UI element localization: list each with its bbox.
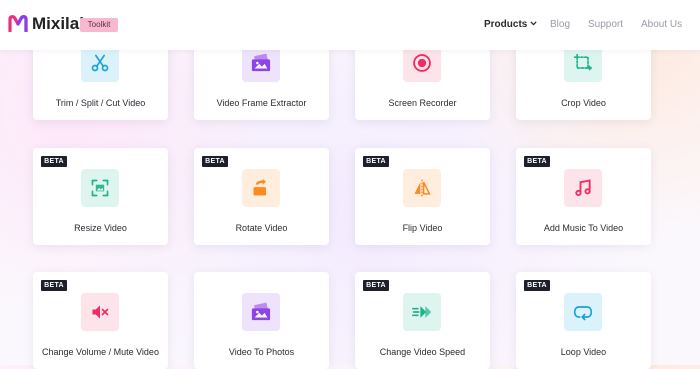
tool-card-label: Crop Video <box>561 98 606 108</box>
icon-box <box>81 169 119 207</box>
icon-box <box>403 169 441 207</box>
photo-frame-icon <box>251 53 271 72</box>
tool-card-label: Trim / Split / Cut Video <box>55 98 146 108</box>
beta-badge: BETA <box>363 156 389 167</box>
crop-icon <box>573 53 593 71</box>
tool-card-loop[interactable]: BETA Loop Video <box>516 272 651 369</box>
beta-badge: BETA <box>41 280 67 291</box>
icon-box <box>403 293 441 331</box>
nav-blog[interactable]: Blog <box>550 18 570 32</box>
record-icon <box>413 54 431 72</box>
tool-card-label: Change Volume / Mute Video <box>42 347 159 357</box>
icon-box <box>81 293 119 331</box>
icon-box <box>242 169 280 207</box>
icon-box <box>242 293 280 331</box>
tools-grid: Trim / Split / Cut Video Video Frame Ext… <box>0 0 700 369</box>
nav-products-label: Products <box>484 19 528 30</box>
toolkit-badge: Toolkit <box>80 18 118 32</box>
loop-icon <box>573 306 593 321</box>
icon-box <box>564 293 602 331</box>
tool-card-label: Add Music To Video <box>543 223 624 233</box>
photos-icon <box>251 302 271 321</box>
tool-card-change-volume[interactable]: BETA Change Volume / Mute Video <box>33 272 168 369</box>
tool-card-label: Resize Video <box>74 223 127 233</box>
speed-icon <box>412 306 432 318</box>
nav-support[interactable]: Support <box>588 18 623 32</box>
chevron-down-icon <box>530 21 537 26</box>
icon-box <box>564 169 602 207</box>
tool-card-label: Video Frame Extractor <box>216 98 307 108</box>
tool-card-resize[interactable]: BETA Resize Video <box>33 148 168 245</box>
rotate-icon <box>253 178 266 196</box>
mute-icon <box>92 305 109 319</box>
music-note-icon <box>575 179 591 197</box>
tool-card-flip[interactable]: BETA Flip Video <box>355 148 490 245</box>
tool-card-label: Screen Recorder <box>388 98 457 108</box>
top-navbar: Mixilab Toolkit Products Blog Support Ab… <box>0 0 700 50</box>
beta-badge: BETA <box>202 156 228 167</box>
tool-card-label: Flip Video <box>402 223 443 233</box>
tool-card-video-to-photos[interactable]: Video To Photos <box>194 272 329 369</box>
beta-badge: BETA <box>524 156 550 167</box>
tool-card-label: Change Video Speed <box>379 347 466 357</box>
tool-card-label: Video To Photos <box>228 347 295 357</box>
beta-badge: BETA <box>524 280 550 291</box>
beta-badge: BETA <box>363 280 389 291</box>
mixilab-logo-icon[interactable] <box>8 14 28 32</box>
nav-about-us[interactable]: About Us <box>641 18 682 32</box>
flip-icon <box>414 179 431 197</box>
tool-card-label: Loop Video <box>560 347 607 357</box>
scissors-icon <box>91 54 109 72</box>
tool-card-rotate[interactable]: BETA Rotate Video <box>194 148 329 245</box>
tool-card-label: Rotate Video <box>235 223 288 233</box>
tool-card-change-speed[interactable]: BETA Change Video Speed <box>355 272 490 369</box>
tool-card-add-music[interactable]: BETA Add Music To Video <box>516 148 651 245</box>
beta-badge: BETA <box>41 156 67 167</box>
resize-icon <box>91 179 109 197</box>
nav-products[interactable]: Products <box>484 18 537 32</box>
